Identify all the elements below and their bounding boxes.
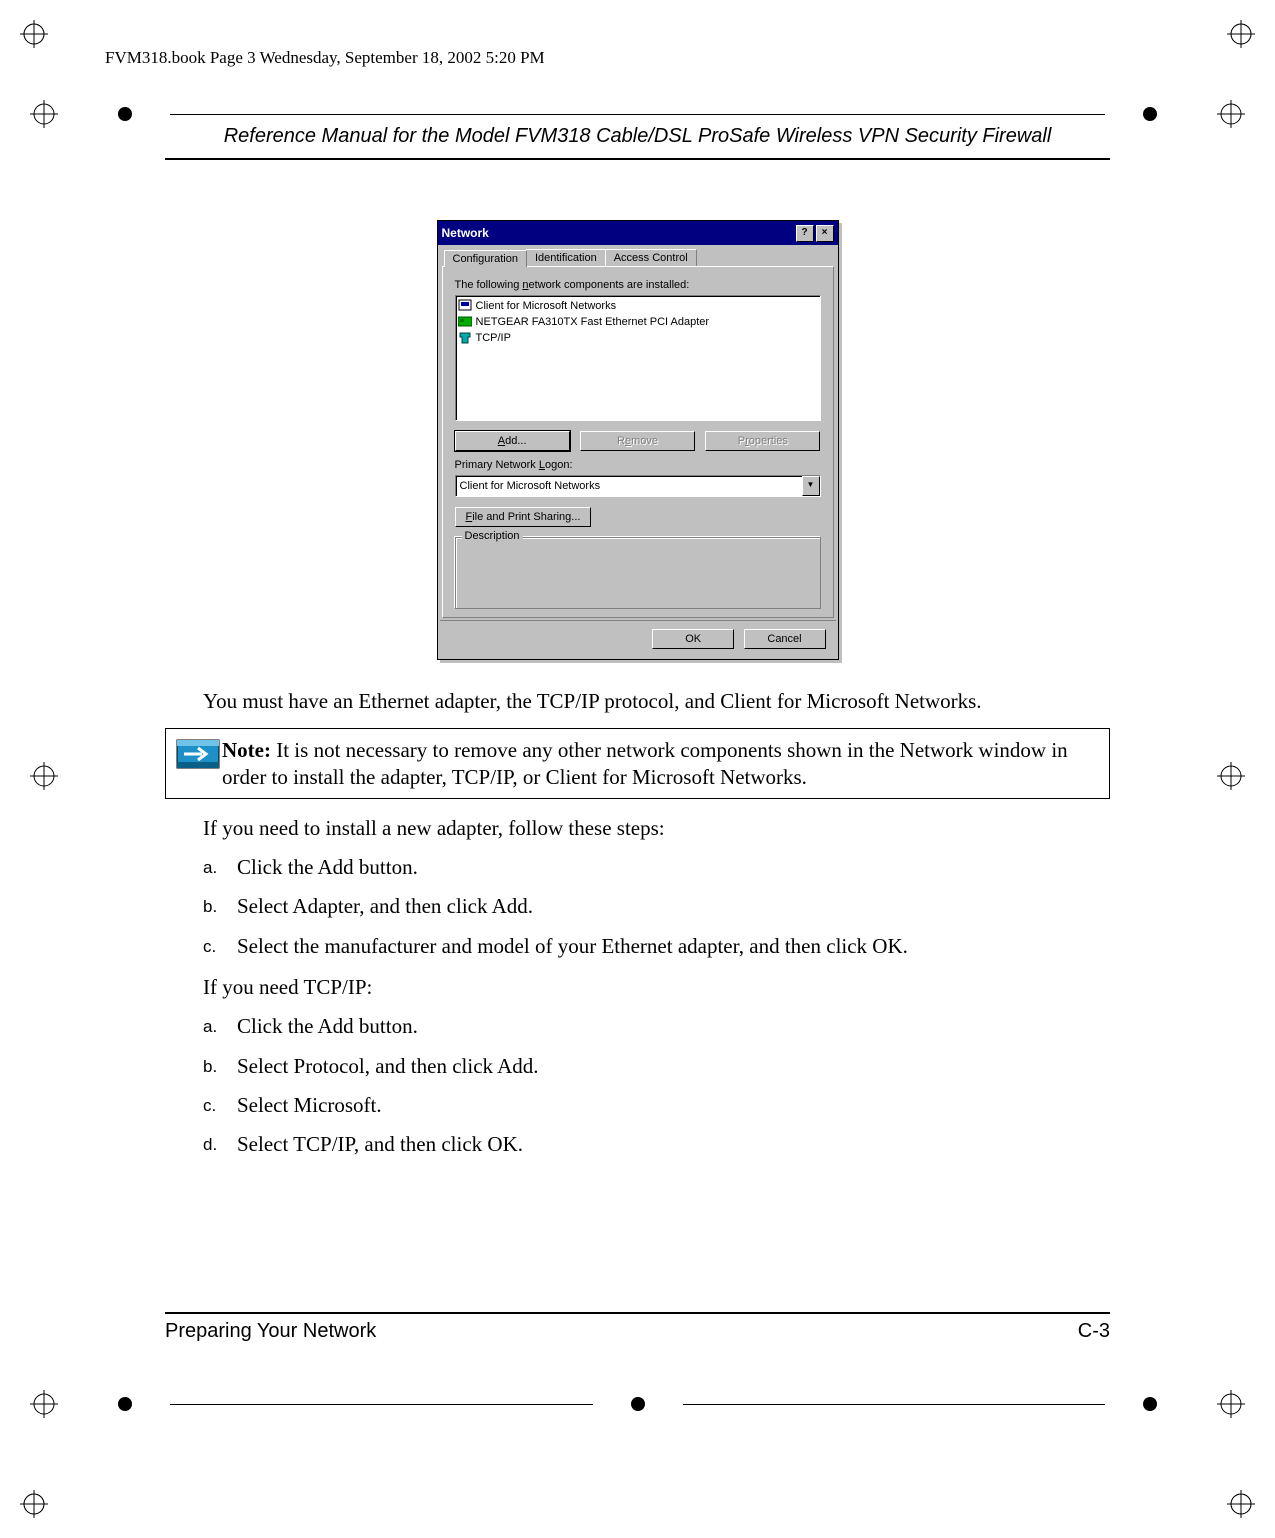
dot-icon (631, 1397, 645, 1411)
list-item-label: Client for Microsoft Networks (476, 300, 617, 312)
list-item: a.Click the Add button. (203, 854, 1110, 881)
list-item-label: NETGEAR FA310TX Fast Ethernet PCI Adapte… (476, 316, 710, 328)
network-dialog: Network ? × Configuration Identification… (437, 220, 839, 660)
footer-left: Preparing Your Network (165, 1320, 376, 1343)
target-icon (1217, 1390, 1245, 1418)
footer-right: C-3 (1078, 1320, 1110, 1343)
note-label: Note: (222, 738, 271, 762)
register-row-top (0, 100, 1275, 128)
para-required-components: You must have an Ethernet adapter, the T… (203, 688, 1110, 714)
protocol-icon (458, 331, 472, 345)
page: FVM318.book Page 3 Wednesday, September … (0, 0, 1275, 1538)
note-text: Note: It is not necessary to remove any … (222, 737, 1101, 790)
list-item[interactable]: Client for Microsoft Networks (458, 298, 818, 314)
add-button[interactable]: Add... (455, 431, 570, 451)
tab-identification[interactable]: Identification (526, 249, 606, 266)
tab-access-control[interactable]: Access Control (605, 249, 697, 266)
target-icon (30, 1390, 58, 1418)
description-group: Description (455, 537, 821, 609)
target-icon (30, 100, 58, 128)
components-listbox[interactable]: Client for Microsoft Networks NETGEAR FA… (455, 295, 821, 421)
note-body: It is not necessary to remove any other … (222, 738, 1068, 788)
properties-button[interactable]: Properties (705, 431, 820, 451)
target-icon (1217, 762, 1245, 790)
logon-combo[interactable]: Client for Microsoft Networks ▼ (455, 475, 821, 497)
list-item: d.Select TCP/IP, and then click OK. (203, 1131, 1110, 1158)
dot-icon (1143, 1397, 1157, 1411)
register-row-bottom (0, 1390, 1275, 1418)
window-title: Network (442, 226, 794, 240)
arrow-icon (174, 737, 222, 790)
crop-mark-icon (1227, 20, 1255, 48)
list-item[interactable]: TCP/IP (458, 330, 818, 346)
target-icon (1217, 100, 1245, 128)
logon-value: Client for Microsoft Networks (460, 480, 601, 492)
dot-icon (1143, 107, 1157, 121)
ok-button[interactable]: OK (652, 629, 734, 649)
list-item: c.Select the manufacturer and model of y… (203, 933, 1110, 960)
tabstrip: Configuration Identification Access Cont… (440, 249, 836, 266)
target-icon (30, 762, 58, 790)
logon-label: Primary Network Logon: (455, 459, 821, 471)
para-tcpip-intro: If you need TCP/IP: (203, 974, 1110, 1001)
page-content: Reference Manual for the Model FVM318 Ca… (165, 125, 1110, 1172)
list-item: c.Select Microsoft. (203, 1092, 1110, 1119)
tab-configuration[interactable]: Configuration (444, 250, 527, 267)
description-legend: Description (462, 530, 523, 542)
para-adapter-intro: If you need to install a new adapter, fo… (203, 815, 1110, 842)
list-item: b.Select Protocol, and then click Add. (203, 1053, 1110, 1080)
list-item: b.Select Adapter, and then click Add. (203, 893, 1110, 920)
client-icon (458, 299, 472, 313)
chevron-down-icon[interactable]: ▼ (802, 476, 820, 496)
crop-mark-icon (20, 1490, 48, 1518)
components-label: The following network components are ins… (455, 279, 821, 291)
figure-network-dialog: Network ? × Configuration Identification… (165, 220, 1110, 660)
crop-mark-icon (20, 20, 48, 48)
file-print-sharing-button[interactable]: File and Print Sharing... (455, 507, 592, 527)
list-item: a.Click the Add button. (203, 1013, 1110, 1040)
dot-icon (118, 1397, 132, 1411)
book-header-info: FVM318.book Page 3 Wednesday, September … (105, 48, 545, 68)
help-button[interactable]: ? (796, 225, 814, 242)
configuration-panel: The following network components are ins… (442, 266, 834, 618)
tcpip-steps: a.Click the Add button. b.Select Protoco… (203, 1013, 1110, 1158)
note-box: Note: It is not necessary to remove any … (165, 728, 1110, 799)
adapter-steps: a.Click the Add button. b.Select Adapter… (203, 854, 1110, 960)
crop-mark-icon (1227, 1490, 1255, 1518)
cancel-button[interactable]: Cancel (744, 629, 826, 649)
close-button[interactable]: × (816, 225, 834, 242)
dot-icon (118, 107, 132, 121)
remove-button[interactable]: Remove (580, 431, 695, 451)
list-item[interactable]: NETGEAR FA310TX Fast Ethernet PCI Adapte… (458, 314, 818, 330)
running-head: Reference Manual for the Model FVM318 Ca… (165, 125, 1110, 160)
list-item-label: TCP/IP (476, 332, 511, 344)
page-footer: Preparing Your Network C-3 (165, 1312, 1110, 1343)
titlebar: Network ? × (438, 221, 838, 245)
adapter-icon (458, 315, 472, 329)
